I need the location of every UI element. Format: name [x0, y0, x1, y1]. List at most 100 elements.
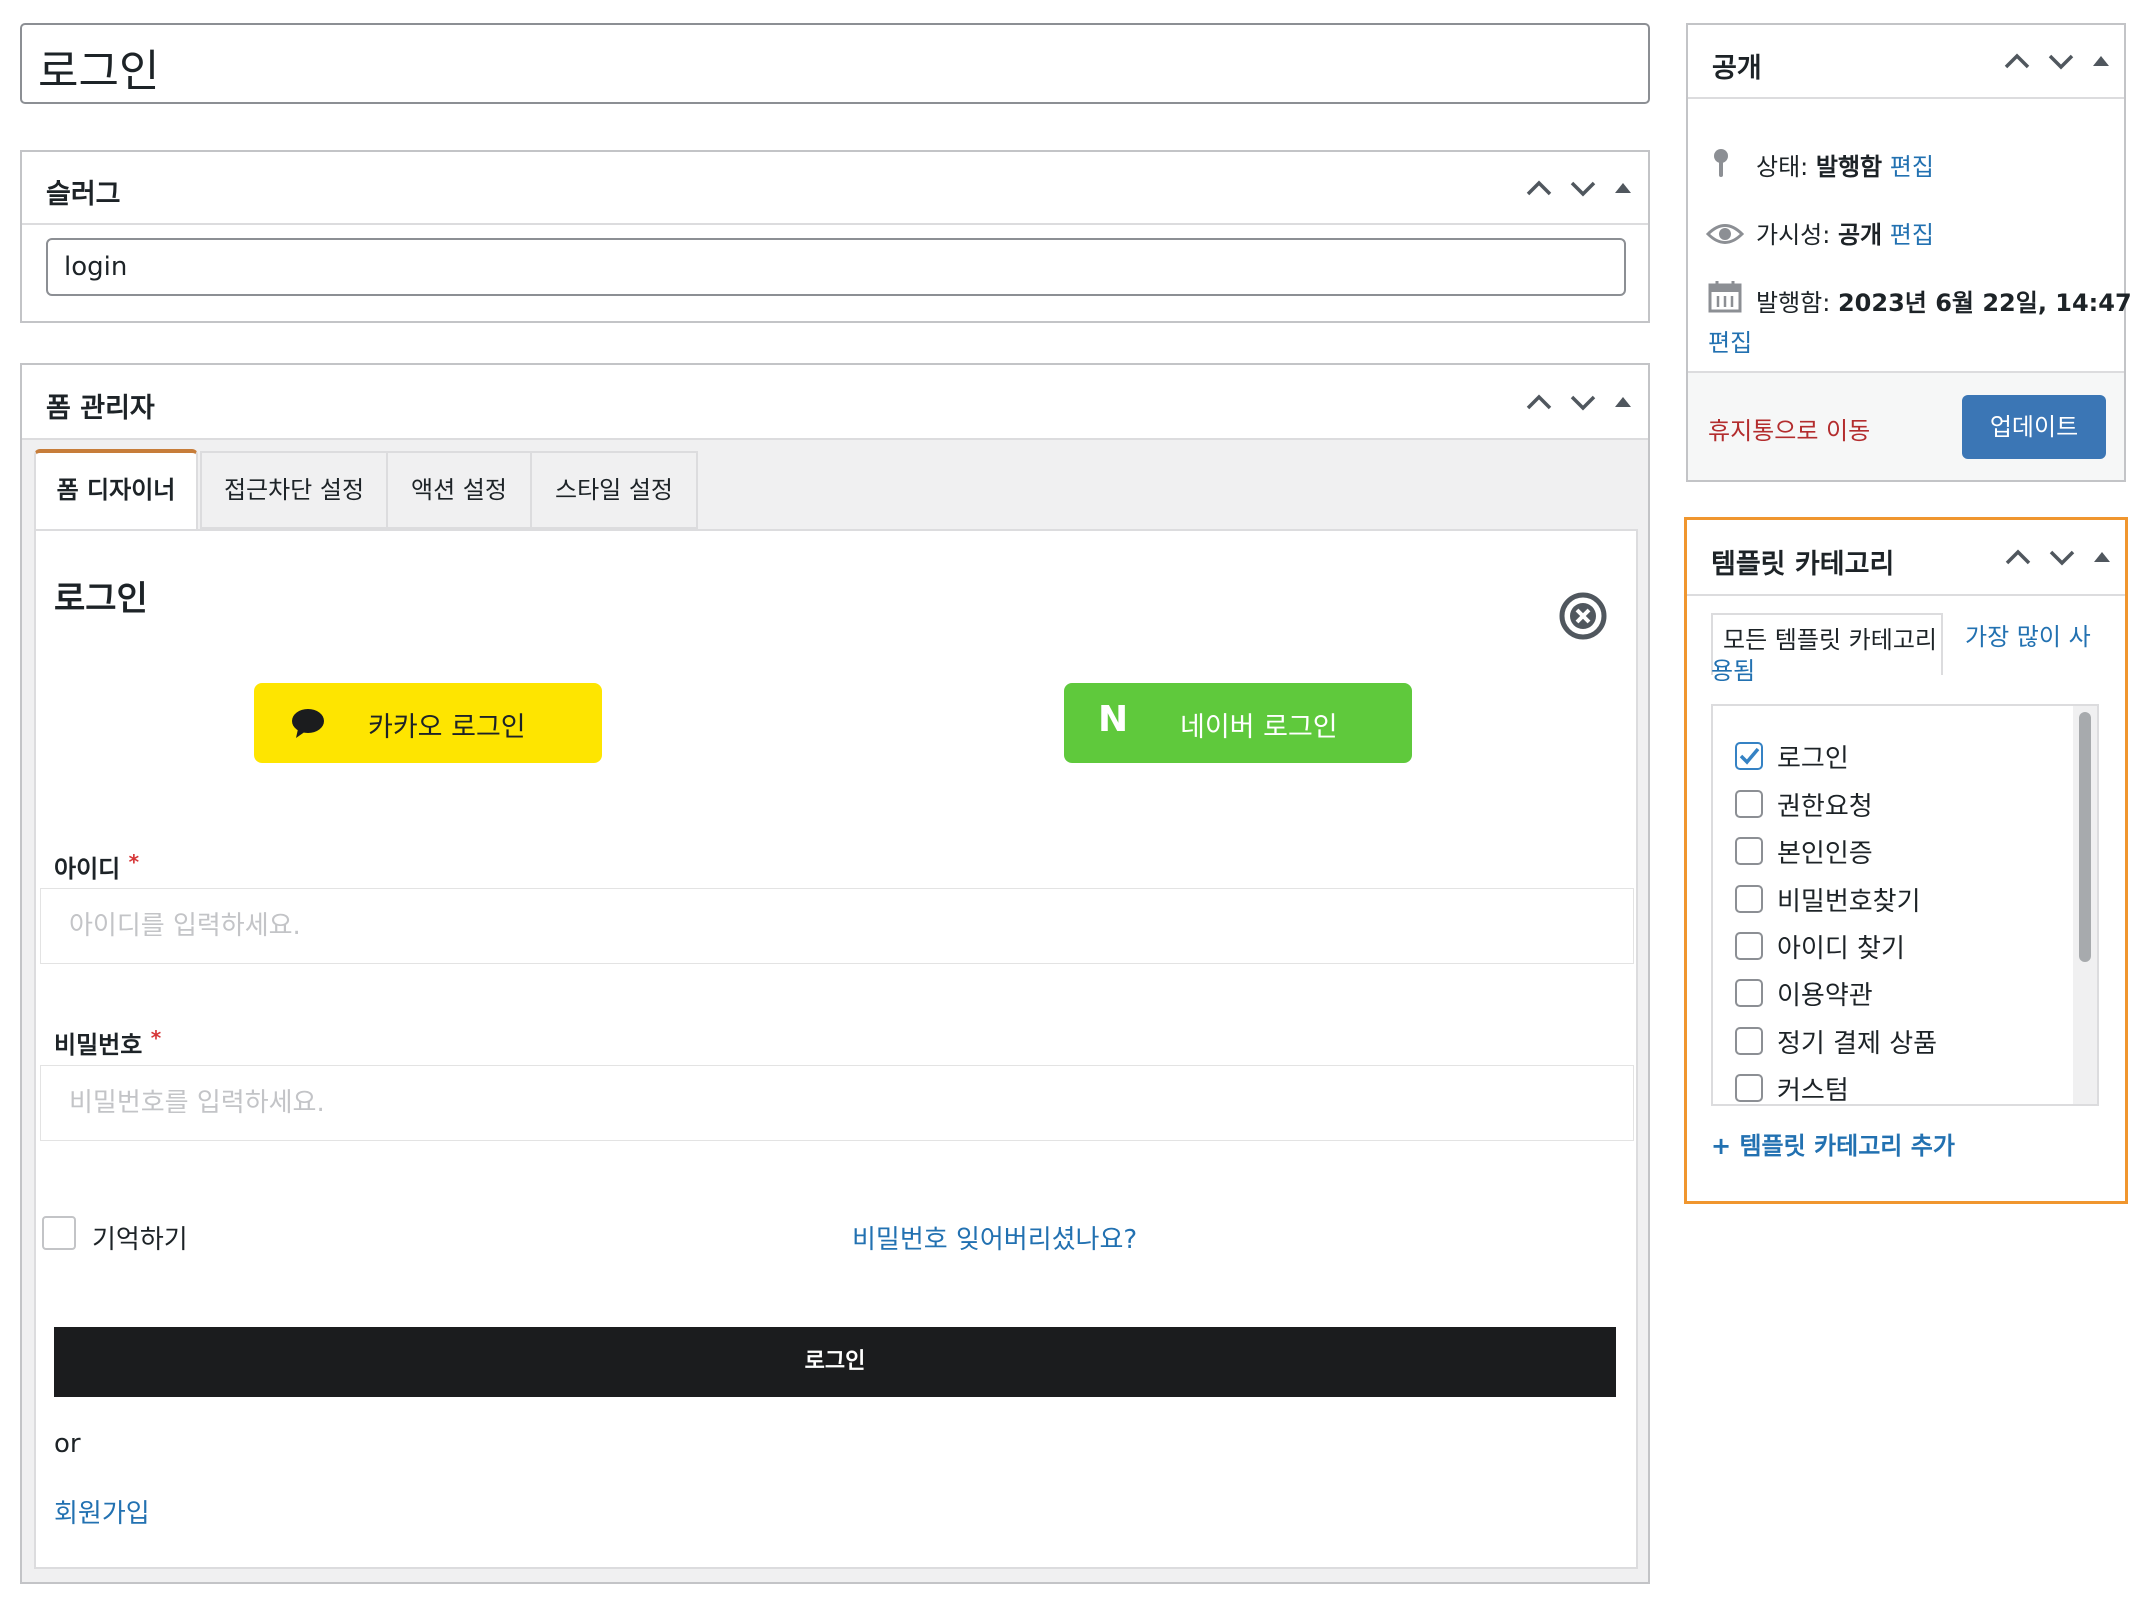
chevron-up-icon[interactable] — [2002, 46, 2032, 76]
status-value: 발행함 — [1815, 153, 1883, 181]
category-label: 정기 결제 상품 — [1777, 1028, 1938, 1059]
tab-most-used-label: 가장 많이 사 — [1965, 623, 2091, 651]
login-submit-button[interactable]: 로그인 — [54, 1327, 1616, 1397]
visibility-edit-link[interactable]: 편집 — [1890, 221, 1934, 249]
required-mark: * — [128, 850, 140, 874]
login-submit-label: 로그인 — [804, 1349, 866, 1374]
eye-icon — [1705, 221, 1745, 251]
slug-box-header: 슬러그 — [22, 152, 1648, 225]
category-label: 로그인 — [1777, 743, 1849, 774]
tab-most-used[interactable]: 가장 많이 사 용됨 — [1711, 620, 2111, 688]
required-mark: * — [150, 1026, 162, 1050]
close-circle-icon[interactable] — [1558, 591, 1608, 645]
kakao-login-button[interactable]: 카카오 로그인 — [254, 683, 602, 763]
status-row: 상태: 발행함 편집 — [1756, 147, 1934, 182]
status-edit-link[interactable]: 편집 — [1890, 153, 1934, 181]
category-box-header: 템플릿 카테고리 — [1687, 520, 2125, 596]
toggle-arrow-icon[interactable] — [2091, 546, 2113, 568]
remember-checkbox[interactable] — [42, 1216, 76, 1250]
password-input[interactable] — [40, 1065, 1634, 1141]
form-manager-box: 폼 관리자 폼 디자이너 접근차단 설정 액션 설정 스타일 설정 로그인 카카… — [20, 363, 1650, 1584]
slug-box-title: 슬러그 — [46, 179, 121, 210]
chevron-down-icon[interactable] — [2047, 542, 2077, 572]
category-label: 아이디 찾기 — [1777, 933, 1905, 964]
add-category-link[interactable]: + 템플릿 카테고리 추가 — [1711, 1126, 1955, 1161]
template-category-box: 템플릿 카테고리 모든 템플릿 카테고리 가장 많이 사 용됨 로그인 권한요청 — [1684, 517, 2128, 1204]
toggle-arrow-icon[interactable] — [1612, 391, 1634, 413]
category-label: 커스텀 — [1777, 1075, 1849, 1106]
check-icon — [1739, 747, 1760, 765]
category-item[interactable]: 비밀번호찾기 — [1735, 879, 1921, 919]
chevron-up-icon[interactable] — [2003, 542, 2033, 572]
or-text: or — [54, 1429, 81, 1459]
forgot-password-link[interactable]: 비밀번호 잊어버리셨나요? — [852, 1219, 1137, 1256]
category-label: 권한요청 — [1777, 791, 1873, 822]
publish-actions: 휴지통으로 이동 업데이트 — [1688, 371, 2124, 480]
toggle-arrow-icon[interactable] — [1612, 177, 1634, 199]
id-input[interactable] — [40, 888, 1634, 964]
tab-label: 접근차단 설정 — [223, 476, 365, 504]
post-title-input[interactable]: 로그인 — [20, 23, 1650, 104]
tab-access-block[interactable]: 접근차단 설정 — [200, 451, 388, 529]
update-button-label: 업데이트 — [1989, 413, 2079, 441]
status-label: 상태: — [1756, 153, 1809, 181]
category-item[interactable]: 커스텀 — [1735, 1068, 1849, 1106]
password-field-label: 비밀번호 * — [54, 1025, 161, 1060]
tab-label: 폼 디자이너 — [56, 476, 176, 504]
category-checkbox[interactable] — [1735, 1074, 1763, 1102]
category-box-title: 템플릿 카테고리 — [1711, 549, 1895, 580]
pin-icon — [1710, 147, 1732, 183]
slug-box: 슬러그 — [20, 150, 1650, 323]
chevron-down-icon[interactable] — [1568, 173, 1598, 203]
form-manager-title: 폼 관리자 — [46, 393, 155, 424]
form-heading: 로그인 — [54, 579, 148, 619]
category-checkbox[interactable] — [1735, 790, 1763, 818]
slug-input[interactable] — [46, 238, 1626, 296]
category-item[interactable]: 정기 결제 상품 — [1735, 1021, 1937, 1061]
category-item[interactable]: 권한요청 — [1735, 784, 1873, 824]
category-item[interactable]: 아이디 찾기 — [1735, 926, 1905, 966]
category-checkbox[interactable] — [1735, 1027, 1763, 1055]
trash-link[interactable]: 휴지통으로 이동 — [1708, 411, 1870, 446]
category-scrollbar-track[interactable] — [2073, 706, 2097, 1104]
category-scrollbar-thumb[interactable] — [2079, 712, 2091, 962]
remember-label: 기억하기 — [92, 1225, 188, 1255]
category-checkbox[interactable] — [1735, 885, 1763, 913]
visibility-value: 공개 — [1837, 221, 1883, 249]
category-label: 본인인증 — [1777, 838, 1873, 869]
category-checkbox[interactable] — [1735, 742, 1763, 770]
tab-style[interactable]: 스타일 설정 — [532, 451, 698, 529]
chevron-down-icon[interactable] — [2046, 46, 2076, 76]
category-checkbox[interactable] — [1735, 837, 1763, 865]
published-label: 발행함: — [1756, 289, 1831, 317]
publish-box-title: 공개 — [1712, 53, 1762, 84]
tab-form-designer[interactable]: 폼 디자이너 — [34, 449, 198, 529]
published-edit-link[interactable]: 편집 — [1708, 323, 1752, 358]
naver-login-button[interactable]: N 네이버 로그인 — [1064, 683, 1412, 763]
naver-n-icon: N — [1098, 699, 1129, 740]
category-item[interactable]: 본인인증 — [1735, 831, 1873, 871]
category-checkbox[interactable] — [1735, 979, 1763, 1007]
tab-label: 액션 설정 — [411, 476, 507, 504]
update-button[interactable]: 업데이트 — [1962, 395, 2106, 459]
form-manager-header: 폼 관리자 — [22, 365, 1648, 440]
published-value: 2023년 6월 22일, 14:47 — [1837, 289, 2132, 317]
published-row: 발행함: 2023년 6월 22일, 14:47 — [1756, 283, 2132, 318]
chevron-down-icon[interactable] — [1568, 387, 1598, 417]
chevron-up-icon[interactable] — [1524, 387, 1554, 417]
tab-action[interactable]: 액션 설정 — [388, 451, 532, 529]
toggle-arrow-icon[interactable] — [2090, 50, 2112, 72]
id-label-text: 아이디 — [54, 855, 121, 883]
chevron-up-icon[interactable] — [1524, 173, 1554, 203]
publish-box-header: 공개 — [1688, 25, 2124, 99]
signup-link[interactable]: 회원가입 — [54, 1493, 150, 1530]
id-field-label: 아이디 * — [54, 849, 139, 884]
post-title-text: 로그인 — [38, 46, 160, 97]
kakao-chat-icon — [290, 707, 326, 743]
category-item[interactable]: 이용약관 — [1735, 973, 1873, 1013]
category-item[interactable]: 로그인 — [1735, 736, 1849, 776]
category-checkbox[interactable] — [1735, 932, 1763, 960]
category-checklist[interactable]: 로그인 권한요청 본인인증 비밀번호찾기 아이디 찾기 이용약관 정기 결제 상… — [1711, 704, 2099, 1106]
naver-login-label: 네이버 로그인 — [1180, 712, 1338, 743]
publish-box: 공개 상태: 발행함 편집 가시성: 공개 편집 발행함: 2023년 6월 2… — [1686, 23, 2132, 482]
